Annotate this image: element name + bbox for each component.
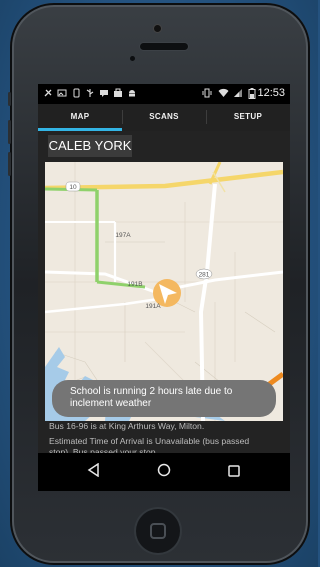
road-label-197a: 197A [115, 232, 131, 239]
shopping-icon [113, 88, 123, 98]
message-icon [99, 88, 109, 98]
image-icon [57, 88, 67, 98]
road-label-191b: 191B [127, 281, 142, 288]
toast-line-2: inclement weather [70, 398, 152, 409]
student-name-selector[interactable]: CALEB YORK [48, 135, 132, 157]
tab-setup[interactable]: SETUP [206, 104, 290, 131]
toast-line-1: School is running 2 hours late due to [70, 386, 233, 397]
home-button-square [150, 523, 166, 539]
home-icon[interactable] [153, 461, 175, 483]
road-label-10: 10 [69, 184, 77, 191]
earpiece-speaker [140, 43, 188, 50]
status-bar: 12:53 [38, 84, 290, 104]
road-label-281: 281 [199, 272, 210, 279]
android-icon [127, 88, 137, 98]
volume-up-button [8, 120, 11, 144]
bus-location-text: Bus 16-96 is at King Arthurs Way, Milton… [49, 421, 205, 431]
proximity-sensor [130, 56, 135, 61]
android-nav-bar [38, 453, 290, 491]
wifi-icon [218, 88, 229, 98]
notification-toast: School is running 2 hours late due to in… [52, 380, 276, 417]
tab-bar: MAP SCANS SETUP [38, 104, 290, 131]
app-screen: 12:53 MAP SCANS SETUP CALEB YORK 10 197A… [38, 84, 290, 491]
main-content: CALEB YORK 10 197A 191B 191A 281 School … [38, 131, 290, 457]
back-icon[interactable] [83, 461, 105, 483]
physical-home-button[interactable] [136, 509, 180, 553]
usb-icon [85, 88, 95, 98]
front-camera [154, 25, 161, 32]
phone-icon [71, 88, 81, 98]
recents-icon[interactable] [223, 461, 245, 483]
highway-road [45, 169, 283, 191]
eta-text-line-1: Estimated Time of Arrival is Unavailable… [49, 436, 250, 446]
mute-switch [8, 92, 11, 106]
status-clock: 12:53 [257, 87, 285, 99]
tab-map[interactable]: MAP [38, 104, 122, 131]
vibrate-icon [202, 88, 212, 98]
volume-down-button [8, 152, 11, 176]
tab-scans[interactable]: SCANS [122, 104, 206, 131]
battery-icon [247, 88, 257, 99]
settings-icon [43, 88, 53, 98]
signal-icon [233, 88, 243, 98]
road-label-191a: 191A [145, 303, 161, 310]
